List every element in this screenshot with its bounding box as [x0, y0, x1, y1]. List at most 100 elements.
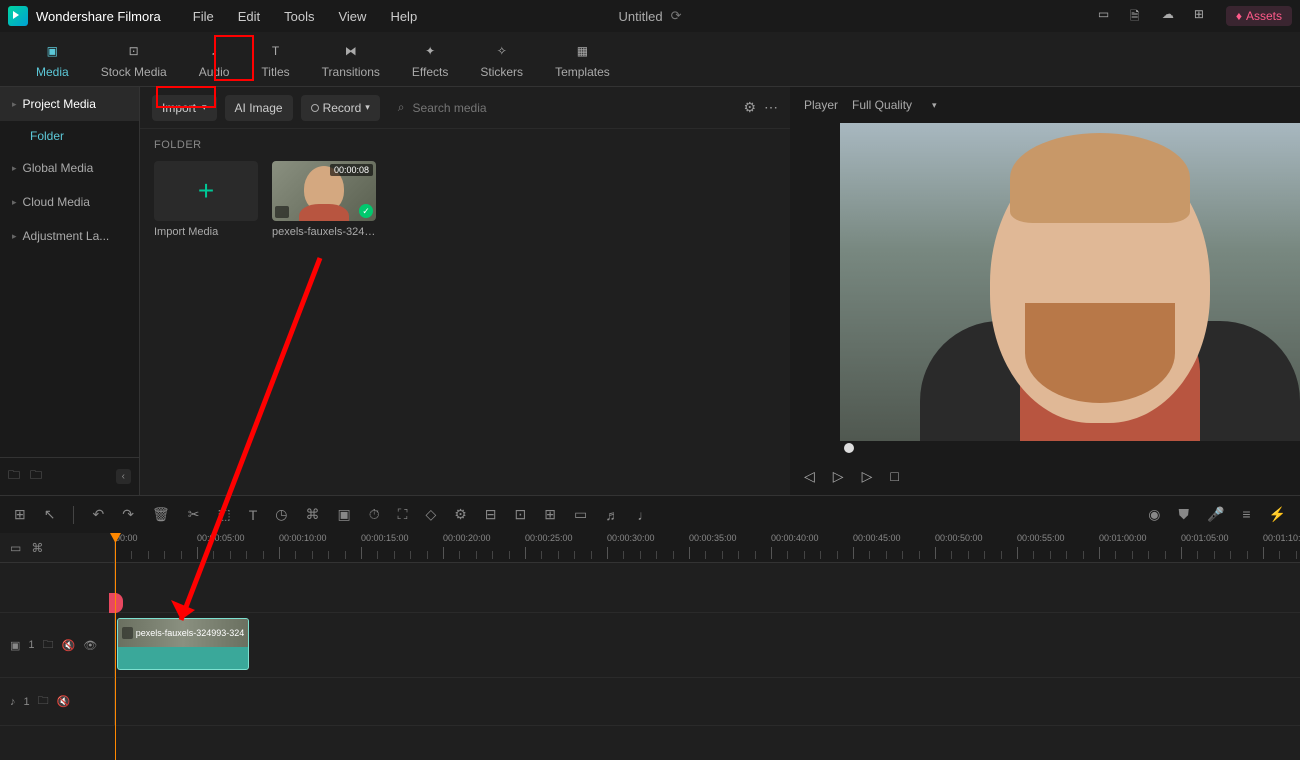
- playhead[interactable]: [115, 533, 116, 760]
- mute-icon[interactable]: 🔇: [62, 639, 76, 652]
- sidebar-item-global-media[interactable]: ▸Global Media: [0, 151, 139, 185]
- mic-icon[interactable]: 🎤: [1207, 506, 1224, 523]
- render-icon[interactable]: ⚡: [1269, 506, 1286, 523]
- new-bin-icon[interactable]: 🗀: [30, 466, 42, 487]
- chevron-right-icon: ▸: [12, 231, 17, 242]
- media-icon: ▣: [41, 40, 63, 62]
- quality-selector[interactable]: Full Quality▾: [852, 98, 937, 112]
- tab-stock-media[interactable]: ⊡Stock Media: [85, 40, 183, 79]
- sidebar-item-project-media[interactable]: ▸Project Media: [0, 87, 139, 121]
- menu-tools[interactable]: Tools: [272, 9, 326, 24]
- color-icon[interactable]: ▣: [337, 506, 350, 523]
- import-button[interactable]: Import▾: [152, 95, 217, 121]
- sidebar-item-cloud-media[interactable]: ▸Cloud Media: [0, 185, 139, 219]
- split-icon[interactable]: ✂: [188, 506, 200, 523]
- crop-icon[interactable]: ⬚: [217, 506, 230, 523]
- collapse-sidebar-button[interactable]: ‹: [116, 469, 131, 484]
- tool-d-icon[interactable]: ▭: [574, 506, 587, 523]
- mute-icon[interactable]: 🔇: [57, 695, 71, 708]
- menu-help[interactable]: Help: [378, 9, 429, 24]
- stickers-icon: ✧: [491, 40, 513, 62]
- speed-icon[interactable]: ◷: [275, 506, 287, 523]
- pointer-icon[interactable]: ↖: [44, 506, 56, 523]
- workspace: ▸Project Media Folder ▸Global Media ▸Clo…: [0, 87, 1300, 495]
- tool-f-icon[interactable]: ♩: [637, 507, 651, 523]
- tab-audio[interactable]: ♪Audio: [183, 40, 246, 79]
- menu-edit[interactable]: Edit: [226, 9, 272, 24]
- menu-file[interactable]: File: [181, 9, 226, 24]
- import-media-card[interactable]: + Import Media: [154, 161, 258, 238]
- chevron-down-icon: ▾: [932, 100, 937, 111]
- timeline-clip[interactable]: pexels-fauxels-324993-3240...: [117, 618, 249, 670]
- tab-titles[interactable]: TTitles: [245, 40, 305, 79]
- timer-icon[interactable]: ⏱: [369, 506, 380, 523]
- new-folder-icon[interactable]: 🗀: [8, 466, 20, 487]
- titles-icon: T: [265, 40, 287, 62]
- player-progress[interactable]: [790, 441, 1300, 457]
- chevron-right-icon: ▸: [12, 99, 17, 110]
- cloud-sync-icon[interactable]: ⟳: [671, 8, 682, 24]
- adjust-icon[interactable]: ⚙: [454, 506, 467, 523]
- folder-icon[interactable]: 🗀: [43, 636, 54, 655]
- search-input[interactable]: [413, 101, 613, 115]
- media-item-video[interactable]: 00:00:08 ✓ pexels-fauxels-324993...: [272, 161, 376, 238]
- marker-icon[interactable]: ◉: [1148, 506, 1160, 523]
- chevron-right-icon: ▸: [12, 163, 17, 174]
- templates-icon: ▦: [571, 40, 593, 62]
- next-frame-button[interactable]: ▷: [833, 468, 844, 485]
- titlebar: Wondershare Filmora File Edit Tools View…: [0, 0, 1300, 32]
- play-button[interactable]: ▷: [862, 468, 873, 485]
- app-logo-icon: [8, 6, 28, 26]
- link-track-icon[interactable]: ⌘: [31, 541, 43, 555]
- tab-media[interactable]: ▣Media: [20, 40, 85, 79]
- upload-icon[interactable]: ☁: [1162, 7, 1180, 25]
- audio-icon: ♪: [203, 40, 225, 62]
- undo-icon[interactable]: ↶: [92, 506, 104, 523]
- project-title: Untitled: [619, 9, 663, 24]
- sidebar: ▸Project Media Folder ▸Global Media ▸Clo…: [0, 87, 140, 495]
- tool-a-icon[interactable]: ⊟: [485, 506, 497, 523]
- preview-video[interactable]: [840, 123, 1300, 441]
- transitions-icon: ⧓: [340, 40, 362, 62]
- assets-button[interactable]: ♦ Assets: [1226, 6, 1292, 26]
- track-header-icon[interactable]: ▭: [10, 541, 21, 555]
- shield-icon[interactable]: ⛊: [1178, 506, 1189, 523]
- folder-heading: FOLDER: [140, 129, 790, 161]
- keyframe-icon[interactable]: ◇: [425, 506, 436, 523]
- record-icon: [311, 104, 319, 112]
- tool-b-icon[interactable]: ⊡: [515, 506, 527, 523]
- screen-icon[interactable]: ▭: [1098, 7, 1116, 25]
- visibility-icon[interactable]: 👁: [83, 639, 97, 652]
- grid-icon[interactable]: ⊞: [1194, 7, 1212, 25]
- expand-icon[interactable]: ⛶: [398, 506, 408, 523]
- diamond-icon: ♦: [1236, 9, 1242, 23]
- app-name: Wondershare Filmora: [36, 9, 161, 24]
- stop-button[interactable]: □: [890, 468, 898, 484]
- tab-templates[interactable]: ▦Templates: [539, 40, 626, 79]
- video-type-icon: [275, 206, 289, 218]
- record-button[interactable]: Record▾: [301, 95, 380, 121]
- text-icon[interactable]: T: [249, 507, 258, 523]
- menu-view[interactable]: View: [326, 9, 378, 24]
- folder-icon[interactable]: 🗀: [38, 692, 49, 711]
- folder-sub-item[interactable]: Folder: [0, 121, 139, 151]
- filter-icon[interactable]: ⚙: [743, 99, 756, 116]
- ai-image-button[interactable]: AI Image: [225, 95, 293, 121]
- more-icon[interactable]: ⋯: [764, 99, 778, 116]
- tab-transitions[interactable]: ⧓Transitions: [306, 40, 396, 79]
- tool-c-icon[interactable]: ⊞: [544, 506, 556, 523]
- grid-view-icon[interactable]: ⊞: [14, 506, 26, 523]
- mixer-icon[interactable]: ≡: [1242, 506, 1250, 523]
- time-ruler[interactable]: 00:0000:00:05:0000:00:10:0000:00:15:0000…: [115, 533, 1300, 562]
- chevron-right-icon: ▸: [12, 197, 17, 208]
- tab-effects[interactable]: ✦Effects: [396, 40, 464, 79]
- timeline-toolbar: ⊞ ↖ ↶ ↷ 🗑 ✂ ⬚ T ◷ ⌘ ▣ ⏱ ⛶ ◇ ⚙ ⊟ ⊡ ⊞ ▭ ♬ …: [0, 495, 1300, 533]
- tool-e-icon[interactable]: ♬: [605, 507, 619, 523]
- sidebar-item-adjustment-layer[interactable]: ▸Adjustment La...: [0, 219, 139, 253]
- delete-icon[interactable]: 🗑: [152, 506, 170, 523]
- prev-frame-button[interactable]: ◁: [804, 468, 815, 485]
- tab-stickers[interactable]: ✧Stickers: [464, 40, 539, 79]
- link-icon[interactable]: ⌘: [305, 506, 319, 523]
- redo-icon[interactable]: ↷: [122, 506, 134, 523]
- save-icon[interactable]: 🗎: [1130, 7, 1148, 25]
